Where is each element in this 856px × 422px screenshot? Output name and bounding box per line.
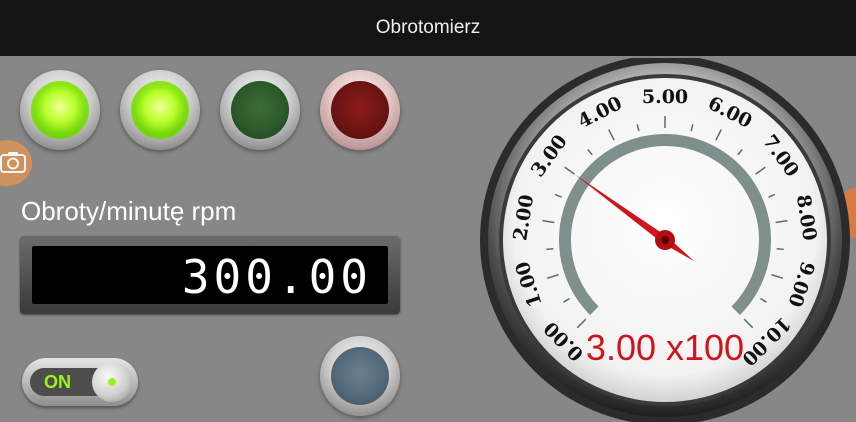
gauge-tick [546,248,554,251]
gauge-readout: 3.00 x100 [586,327,744,368]
led-bulb-green-on [131,81,189,139]
gauge-hub-center [661,236,669,244]
led-bulb-green-off [231,81,289,139]
gauge-tick-label: 5.00 [642,86,688,108]
camera-button[interactable] [0,140,32,186]
indicator-led-3 [220,70,300,150]
gauge-tick [776,248,784,251]
toggle-label: ON [44,372,71,392]
power-toggle[interactable]: ON [22,358,138,406]
rpm-label: Obroty/minutę rpm [21,196,237,226]
round-button-face [331,347,389,405]
title-bar: Obrotomierz [0,0,856,56]
rpm-value: 300.00 [181,250,372,304]
round-action-button[interactable] [320,336,400,416]
led-bulb-green-on [31,81,89,139]
indicator-led-4 [320,70,400,150]
app-title: Obrotomierz [375,17,481,38]
rpm-display-screen: 300.00 [32,246,388,304]
indicator-led-2 [120,70,200,150]
tachometer-gauge: 0.001.002.003.004.00 5.00 6.007.008.009.00… [480,58,850,422]
indicator-led-1 [20,70,100,150]
toggle-knob [92,362,132,402]
camera-icon [0,152,26,173]
rpm-display: 300.00 [20,236,400,314]
toggle-indicator-dot [108,378,116,386]
led-bulb-red-off [331,81,389,139]
